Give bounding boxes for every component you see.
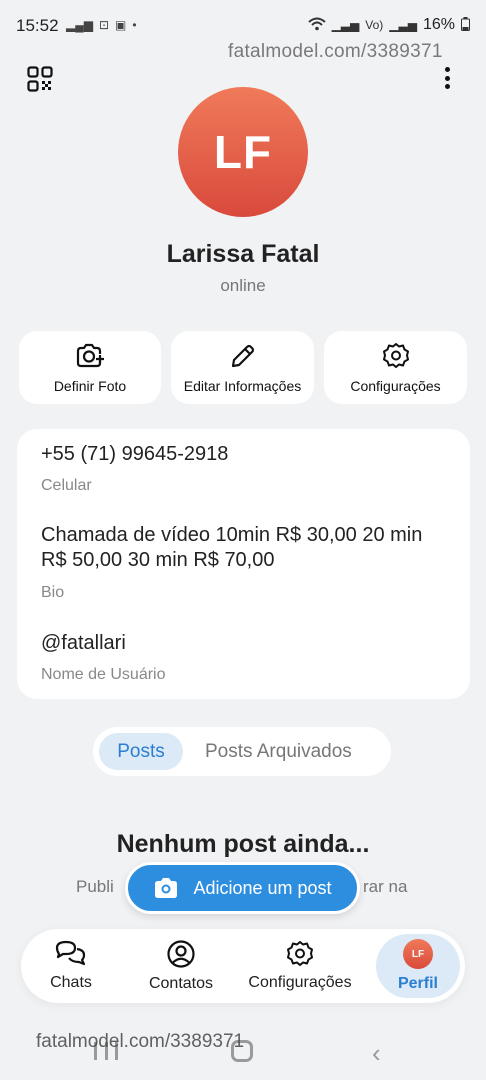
empty-state-title: Nenhum post ainda... <box>116 830 370 858</box>
signal-icon: ▂▄▆ <box>66 18 93 32</box>
chat-bubbles-icon <box>55 940 86 966</box>
qr-code-button[interactable] <box>27 66 53 92</box>
add-post-label: Adicione um post <box>193 877 332 898</box>
cell-signal-icon: ▁▃▅ <box>331 18 360 32</box>
posts-tabs: Posts Posts Arquivados <box>93 727 391 776</box>
back-button[interactable]: ‹ <box>372 1038 381 1069</box>
screenshot-icon: ⊡ <box>98 18 110 32</box>
camera-plus-icon <box>76 343 104 367</box>
edit-info-button[interactable]: Editar Informações <box>171 331 314 404</box>
bottom-navigation: Chats Contatos Configurações LF Perfil <box>21 929 465 1003</box>
empty-state-text-left: Publi <box>76 877 114 896</box>
qr-code-icon <box>27 66 53 92</box>
dot <box>444 75 450 81</box>
set-photo-button[interactable]: Definir Foto <box>19 331 161 404</box>
camera-icon <box>155 878 178 898</box>
tab-posts[interactable]: Posts <box>99 733 183 770</box>
bio-label: Bio <box>41 584 65 601</box>
volte-icon: Vo) <box>365 18 384 32</box>
status-right: ▁▃▅ Vo) ▁▃▅ 16% <box>307 16 470 34</box>
status-time: 15:52 <box>16 16 59 35</box>
phone-value[interactable]: +55 (71) 99645-2918 <box>41 442 451 467</box>
settings-label: Configurações <box>350 377 441 394</box>
dot <box>444 84 450 89</box>
empty-state-text-right: rar na <box>363 877 408 896</box>
dot <box>444 67 450 72</box>
profile-name: Larissa Fatal <box>166 240 320 268</box>
bio-value[interactable]: Chamada de vídeo 10min R$ 30,00 20 min R… <box>41 523 451 573</box>
battery-icon <box>461 16 470 34</box>
watermark-top: fatalmodel.com/3389371 <box>228 41 443 62</box>
profile-avatar[interactable]: LF <box>178 87 308 217</box>
nav-contacts[interactable]: Contatos <box>131 929 231 1003</box>
app-icon: ▣ <box>115 18 127 32</box>
notification-icons: ▂▄▆ ⊡ ▣ • <box>66 18 137 32</box>
phone-label: Celular <box>41 477 92 494</box>
nav-settings-label: Configurações <box>248 974 352 991</box>
nav-contacts-label: Contatos <box>148 975 214 992</box>
set-photo-label: Definir Foto <box>53 377 127 394</box>
profile-status: online <box>220 276 266 295</box>
settings-button[interactable]: Configurações <box>324 331 467 404</box>
wifi-icon <box>307 17 326 34</box>
edit-info-label: Editar Informações <box>183 377 302 394</box>
profile-info-card: +55 (71) 99645-2918 Celular Chamada de v… <box>17 429 470 699</box>
user-circle-icon <box>167 940 195 968</box>
pencil-icon <box>231 344 254 367</box>
nav-settings[interactable]: Configurações <box>243 929 357 1003</box>
nav-profile[interactable]: LF Perfil <box>376 934 460 998</box>
nav-chats[interactable]: Chats <box>41 929 101 1003</box>
add-post-button[interactable]: Adicione um post <box>125 862 360 914</box>
more-options-button[interactable] <box>436 64 458 92</box>
username-label: Nome de Usuário <box>41 666 166 683</box>
username-value[interactable]: @fatallari <box>41 631 451 656</box>
nav-profile-label: Perfil <box>397 975 438 992</box>
nav-chats-label: Chats <box>50 974 92 991</box>
gear-icon <box>382 342 409 368</box>
cell-signal-icon-2: ▁▃▅ <box>389 18 417 32</box>
watermark-bottom: fatalmodel.com/3389371 <box>36 1031 245 1052</box>
gear-icon <box>287 941 313 966</box>
battery-percent: 16% <box>422 16 455 33</box>
profile-avatar-small: LF <box>403 939 433 969</box>
dot-icon: • <box>132 18 137 32</box>
tab-archived-posts[interactable]: Posts Arquivados <box>191 733 366 770</box>
